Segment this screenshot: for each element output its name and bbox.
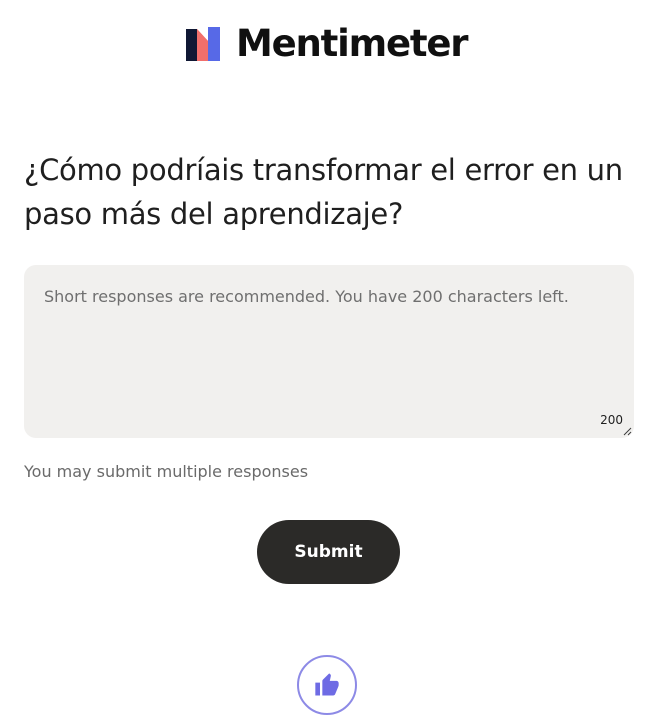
page: Mentimeter ¿Cómo podríais transformar el…	[0, 0, 671, 724]
mentimeter-logo: Mentimeter	[186, 22, 469, 65]
resize-handle-icon[interactable]	[622, 426, 632, 436]
response-textarea[interactable]	[24, 265, 634, 438]
mentimeter-logo-icon	[186, 27, 220, 61]
character-counter: 200	[600, 413, 623, 427]
thumbs-up-icon	[315, 673, 339, 696]
multiple-responses-hint: You may submit multiple responses	[24, 462, 309, 481]
response-field-container: 200	[24, 265, 634, 438]
question-title: ¿Cómo podríais transformar el error en u…	[24, 153, 623, 231]
thumbs-up-reaction-button[interactable]	[297, 655, 357, 715]
submit-button[interactable]: Submit	[257, 520, 400, 584]
brand-name: Mentimeter	[236, 22, 469, 65]
